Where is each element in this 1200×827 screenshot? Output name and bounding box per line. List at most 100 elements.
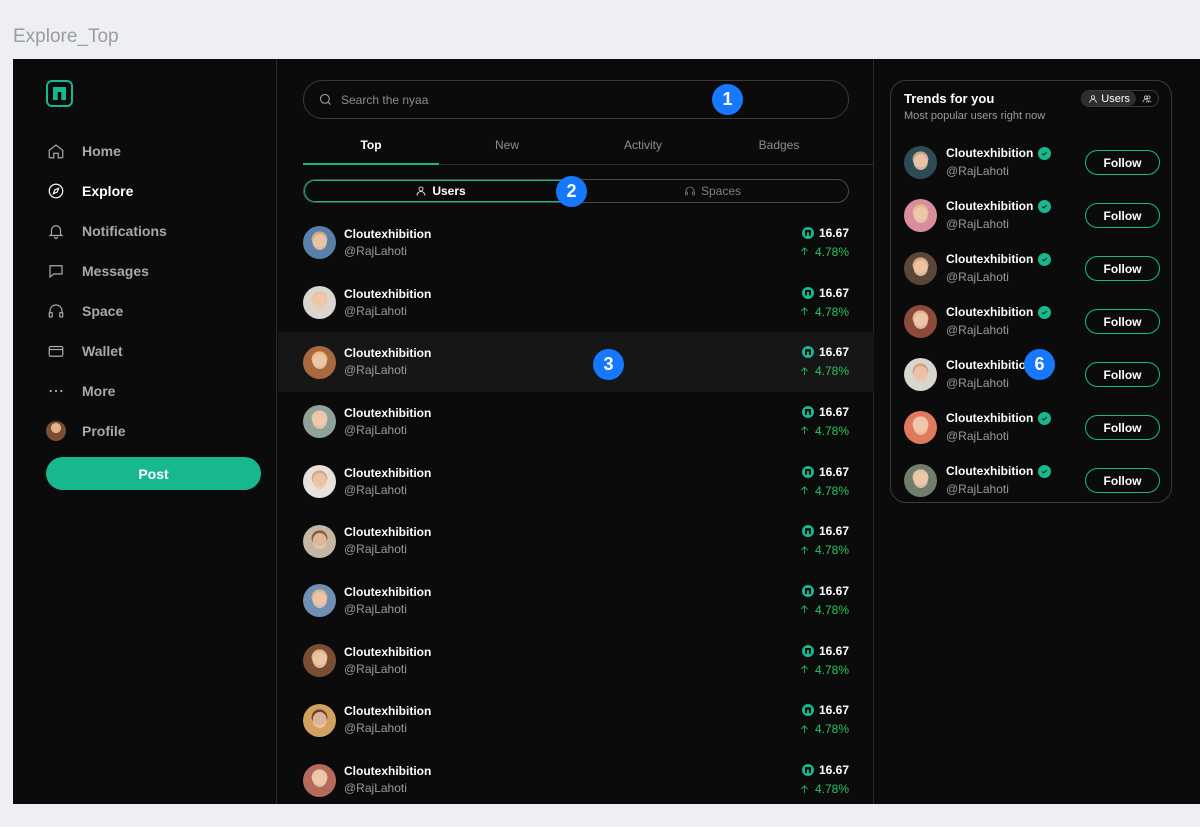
user-handle: @RajLahoti [344, 542, 407, 557]
user-name[interactable]: Cloutexhibition [344, 405, 431, 421]
user-row[interactable]: Cloutexhibition @RajLahoti 16.67 4.78% [278, 213, 874, 273]
trend-user-name[interactable]: Cloutexhibition [946, 198, 1052, 215]
avatar[interactable] [303, 644, 336, 678]
follow-button[interactable]: Follow [1085, 150, 1160, 175]
follow-button[interactable]: Follow [1085, 468, 1160, 493]
user-row[interactable]: Cloutexhibition @RajLahoti 16.67 4.78% [278, 511, 874, 571]
trend-user-name-text: Cloutexhibition [946, 305, 1034, 319]
change-text: 4.78% [814, 423, 849, 438]
logo-icon[interactable] [46, 80, 73, 107]
verified-icon [1038, 253, 1052, 266]
trend-user-name[interactable]: Cloutexhibition [946, 145, 1052, 162]
avatar[interactable] [904, 358, 937, 391]
user-name[interactable]: Cloutexhibition [344, 763, 431, 779]
user-stats: 16.67 4.78% [799, 284, 849, 322]
tab-activity[interactable]: Activity [575, 131, 711, 164]
trend-user-row: Cloutexhibition @RajLahoti Follow [904, 454, 1160, 507]
trends-toggle-label: Users [1101, 92, 1130, 105]
sidebar-item-wallet[interactable]: Wallet [46, 331, 266, 371]
arrow-up-icon [800, 605, 808, 614]
trends-toggle-groups[interactable] [1136, 91, 1158, 106]
user-row[interactable]: Cloutexhibition @RajLahoti 16.67 4.78% [278, 332, 874, 393]
avatar[interactable] [303, 286, 336, 320]
change-value: 4.78% [799, 242, 849, 262]
search-bar[interactable] [303, 80, 849, 119]
coin-icon [801, 286, 814, 299]
avatar[interactable] [904, 199, 937, 232]
follow-button[interactable]: Follow [1085, 362, 1160, 387]
trend-user-row: Cloutexhibition @RajLahoti Follow [904, 242, 1160, 295]
segment-users[interactable]: Users [304, 180, 577, 202]
post-button[interactable]: Post [46, 457, 261, 490]
user-handle: @RajLahoti [344, 721, 407, 736]
sidebar-item-home[interactable]: Home [46, 131, 266, 171]
tab-top[interactable]: Top [303, 131, 439, 165]
avatar[interactable] [303, 226, 336, 260]
user-row[interactable]: Cloutexhibition @RajLahoti 16.67 4.78% [278, 631, 874, 691]
avatar[interactable] [303, 763, 336, 797]
sidebar-item-more[interactable]: More [46, 371, 266, 411]
follow-button[interactable]: Follow [1085, 415, 1160, 440]
user-name[interactable]: Cloutexhibition [344, 286, 431, 302]
segment-spaces[interactable]: Spaces [577, 180, 848, 202]
user-name[interactable]: Cloutexhibition [344, 584, 431, 600]
follow-button[interactable]: Follow [1085, 309, 1160, 334]
wallet-icon [46, 341, 66, 361]
avatar[interactable] [303, 584, 336, 618]
avatar[interactable] [904, 305, 937, 338]
avatar[interactable] [904, 252, 937, 285]
user-row[interactable]: Cloutexhibition @RajLahoti 16.67 4.78% [278, 392, 874, 452]
trend-user-name-text: Cloutexhibition [946, 199, 1034, 213]
user-row[interactable]: Cloutexhibition @RajLahoti 16.67 4.78% [278, 750, 874, 804]
user-name[interactable]: Cloutexhibition [344, 644, 431, 660]
user-name[interactable]: Cloutexhibition [344, 524, 431, 540]
sidebar-item-messages[interactable]: Messages [46, 251, 266, 291]
user-row[interactable]: Cloutexhibition @RajLahoti 16.67 4.78% [278, 571, 874, 631]
app-window: Home Explore Notifications Messages Spac… [13, 59, 1200, 804]
change-value: 4.78% [799, 421, 849, 441]
annotation-marker-1: 1 [712, 84, 743, 115]
change-value: 4.78% [799, 361, 849, 381]
segment-label: Spaces [700, 184, 742, 198]
change-text: 4.78% [814, 722, 849, 737]
user-name[interactable]: Cloutexhibition [344, 226, 431, 242]
tab-badges[interactable]: Badges [711, 131, 847, 164]
user-row[interactable]: Cloutexhibition @RajLahoti 16.67 4.78% [278, 273, 874, 333]
profile-avatar [46, 421, 66, 441]
follow-button[interactable]: Follow [1085, 256, 1160, 281]
avatar[interactable] [904, 464, 937, 497]
annotation-marker-2: 2 [556, 176, 587, 207]
user-name[interactable]: Cloutexhibition [344, 465, 431, 481]
sidebar-item-space[interactable]: Space [46, 291, 266, 331]
change-value: 4.78% [799, 540, 849, 560]
avatar[interactable] [904, 411, 937, 444]
sidebar-item-notifications[interactable]: Notifications [46, 211, 266, 251]
search-input[interactable] [341, 92, 821, 107]
user-name[interactable]: Cloutexhibition [344, 703, 431, 719]
trend-user-name[interactable]: Cloutexhibition [946, 357, 1033, 374]
trends-toggle-users[interactable]: Users [1082, 91, 1136, 106]
trends-list: Cloutexhibition @RajLahoti Follow Cloute… [904, 136, 1160, 507]
user-name[interactable]: Cloutexhibition [344, 345, 431, 361]
sidebar-item-profile[interactable]: Profile [46, 411, 266, 451]
tab-new[interactable]: New [439, 131, 575, 164]
avatar[interactable] [904, 146, 937, 179]
search-icon [320, 94, 331, 105]
sidebar-item-explore[interactable]: Explore [46, 171, 266, 211]
user-row[interactable]: Cloutexhibition @RajLahoti 16.67 4.78% [278, 691, 874, 751]
verified-icon [1038, 465, 1052, 478]
trend-user-name[interactable]: Cloutexhibition [946, 251, 1052, 268]
user-icon [1089, 94, 1097, 103]
avatar[interactable] [303, 524, 336, 558]
avatar[interactable] [303, 345, 336, 379]
user-row[interactable]: Cloutexhibition @RajLahoti 16.67 4.78% [278, 452, 874, 512]
avatar[interactable] [303, 703, 336, 737]
avatar[interactable] [303, 465, 336, 499]
follow-button[interactable]: Follow [1085, 203, 1160, 228]
trend-user-name[interactable]: Cloutexhibition [946, 463, 1052, 480]
trend-user-name[interactable]: Cloutexhibition [946, 304, 1052, 321]
trend-user-name[interactable]: Cloutexhibition [946, 410, 1052, 427]
avatar[interactable] [303, 405, 336, 439]
user-stats: 16.67 4.78% [799, 403, 849, 441]
headphones-icon [46, 301, 66, 321]
